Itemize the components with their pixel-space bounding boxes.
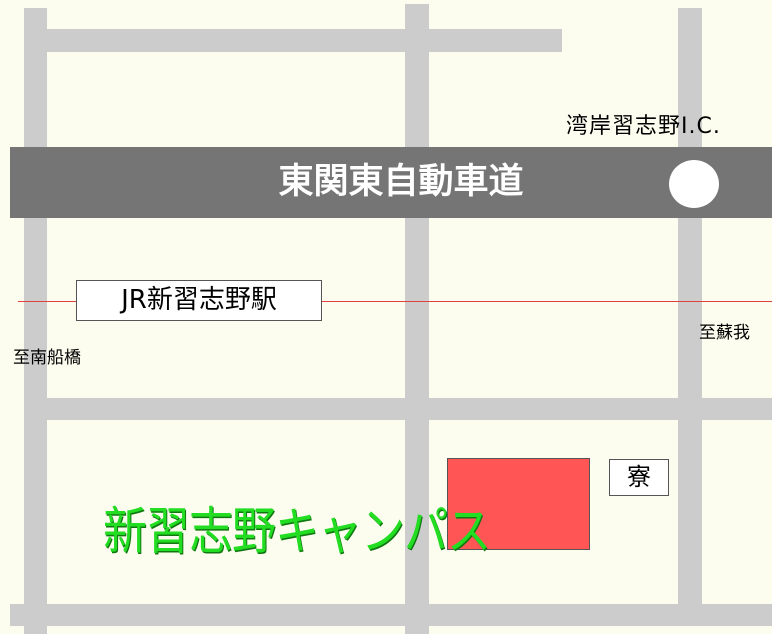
expressway: 東関東自動車道 — [10, 147, 772, 218]
road-horizontal-bottom — [10, 604, 772, 626]
dormitory-label: 寮 — [609, 459, 669, 496]
road-vertical-east — [678, 8, 702, 608]
interchange-marker — [669, 160, 719, 208]
direction-west-label: 至南船橋 — [13, 348, 81, 368]
expressway-label: 東関東自動車道 — [278, 162, 524, 202]
direction-east-label: 至蘇我 — [699, 323, 750, 343]
campus-label: 新習志野キャンパス — [103, 502, 491, 562]
interchange-label: 湾岸習志野I.C. — [566, 114, 721, 139]
access-map: 東関東自動車道 湾岸習志野I.C. JR新習志野駅 至南船橋 至蘇我 寮 新習志… — [0, 0, 772, 634]
road-horizontal-middle — [24, 398, 772, 420]
road-horizontal-top — [24, 29, 562, 52]
road-vertical-west — [24, 8, 47, 634]
station-label: JR新習志野駅 — [76, 280, 322, 321]
